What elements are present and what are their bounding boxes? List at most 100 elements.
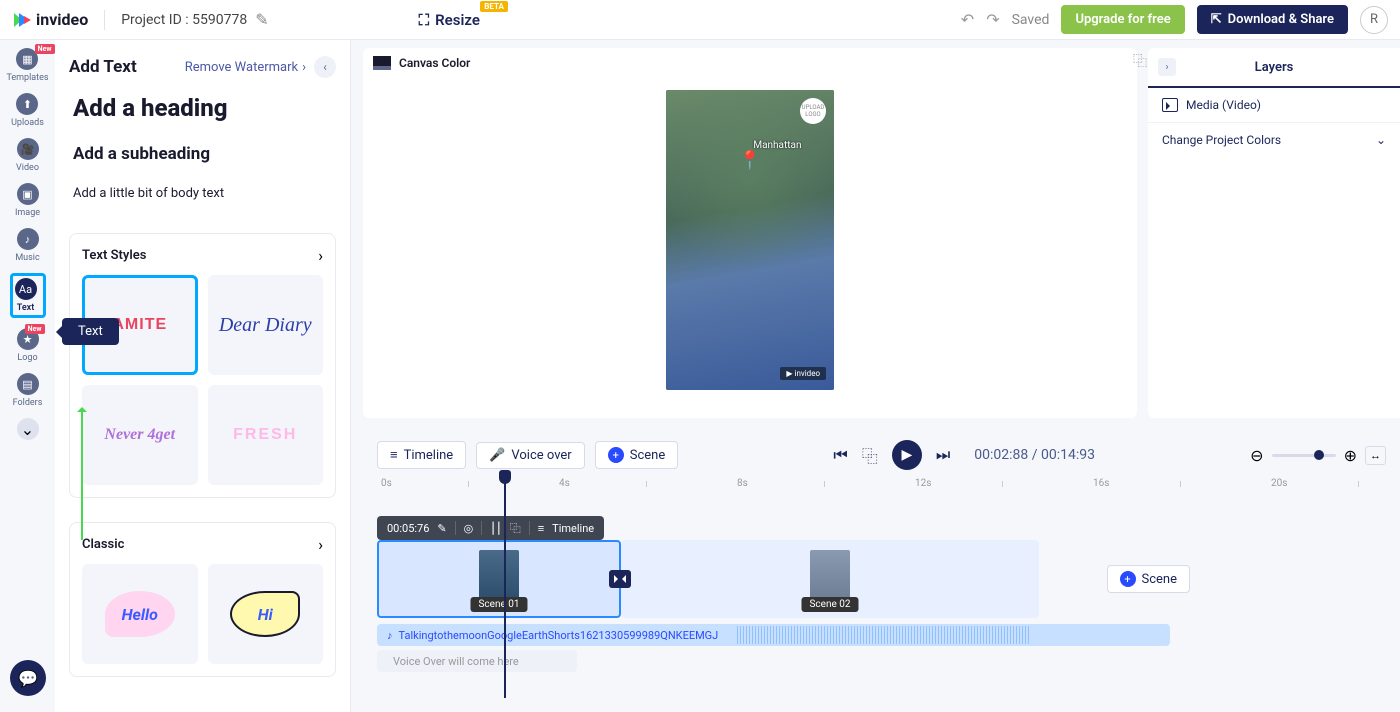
canvas-color-label[interactable]: Canvas Color <box>399 56 470 70</box>
section-title: Classic <box>82 537 124 552</box>
add-scene-track-button[interactable]: + Scene <box>1107 565 1191 593</box>
rail-music[interactable]: ♪ Music <box>15 228 39 263</box>
duplicate-icon[interactable]: ⿻ <box>510 520 521 536</box>
zoom-controls: ⊖ ⊕ ↔ <box>1250 446 1386 465</box>
project-id: Project ID : 5590778 <box>121 12 247 28</box>
scene-clip-2[interactable]: Scene 02 <box>621 540 1039 618</box>
voiceover-button[interactable]: 🎤Voice over <box>476 442 585 469</box>
add-heading-button[interactable]: Add a heading <box>73 94 332 122</box>
scene-clip-1[interactable]: Scene 01 <box>377 540 621 618</box>
chevron-right-icon[interactable]: › <box>318 246 323 265</box>
zoom-out-icon[interactable]: ⊖ <box>1250 446 1263 465</box>
tick-20s: 20s <box>1271 478 1287 489</box>
music-icon: ♪ <box>17 228 39 250</box>
playhead[interactable] <box>504 474 506 698</box>
current-time: 00:02:88 <box>974 447 1028 463</box>
tick-0s: 0s <box>381 478 392 489</box>
layer-media-video[interactable]: Media (Video) <box>1148 88 1400 123</box>
rail-templates[interactable]: New ▦ Templates <box>6 48 48 83</box>
edit-icon[interactable]: ✎ <box>437 522 446 535</box>
redo-icon[interactable]: ↷ <box>986 10 999 29</box>
rail-more-icon[interactable]: ⌄ <box>17 418 39 440</box>
undo-icon[interactable]: ↶ <box>961 10 974 29</box>
header-actions: ↶ ↷ Saved Upgrade for free ⇱ Download & … <box>961 5 1388 34</box>
guide-arrow <box>81 410 83 540</box>
style-never-4get[interactable]: Never 4get <box>82 385 198 485</box>
timeline-controls: ≡Timeline 🎤Voice over +Scene ⏮ ⿻ ▶ ⏭ 00:… <box>363 432 1400 478</box>
canvas-toolbar: Canvas Color <box>363 48 1137 78</box>
skip-forward-icon[interactable]: ⏭ <box>936 445 950 465</box>
export-icon: ⇱ <box>1211 12 1222 27</box>
text-options: Add a heading Add a subheading Add a lit… <box>55 86 350 209</box>
prev-frame-icon[interactable]: ⿻ <box>862 443 878 467</box>
resize-label: Resize <box>435 11 480 29</box>
brand-logo[interactable]: invideo <box>12 10 88 30</box>
layers-panel: › Layers Media (Video) Change Project Co… <box>1148 48 1400 418</box>
map-marker-icon: 📍 <box>739 150 761 171</box>
section-header: Text Styles › <box>82 246 323 265</box>
rail-uploads[interactable]: ⬆ Uploads <box>11 93 44 128</box>
add-subheading-button[interactable]: Add a subheading <box>73 144 332 164</box>
divider <box>455 521 456 535</box>
text-styles-grid: AMITE Dear Diary Never 4get FRESH <box>82 275 323 485</box>
user-avatar[interactable]: R <box>1360 6 1388 34</box>
time-display: 00:02:88 / 00:14:93 <box>974 447 1095 463</box>
fit-icon[interactable]: ↔ <box>1365 446 1386 465</box>
chat-support-icon[interactable]: 💬 <box>10 660 46 696</box>
collapse-layers-icon[interactable]: › <box>1158 58 1176 76</box>
upgrade-button[interactable]: Upgrade for free <box>1061 5 1184 34</box>
style-dear-diary[interactable]: Dear Diary <box>208 275 324 375</box>
scene-label-2: Scene 02 <box>801 597 858 612</box>
add-body-button[interactable]: Add a little bit of body text <box>73 186 332 201</box>
tick-mark <box>646 481 647 487</box>
classic-section: Classic › Hello Hi <box>69 522 336 677</box>
add-scene-label: Scene <box>1142 572 1178 587</box>
voiceover-track[interactable]: Voice Over will come here <box>377 650 577 672</box>
rail-logo[interactable]: New ★ Logo <box>17 328 39 363</box>
add-scene-button[interactable]: +Scene <box>595 441 679 469</box>
rail-image[interactable]: ▣ Image <box>15 183 40 218</box>
remove-watermark-link[interactable]: Remove Watermark › <box>185 60 306 75</box>
rail-folders[interactable]: ▤ Folders <box>13 373 43 408</box>
style-fresh[interactable]: FRESH <box>208 385 324 485</box>
style-hello[interactable]: Hello <box>82 564 198 664</box>
split-icon[interactable]: ⎮⎮ <box>490 522 501 535</box>
rail-text[interactable]: Aa Text <box>10 273 46 318</box>
image-icon: ▣ <box>17 183 39 205</box>
canvas-color-icon[interactable] <box>373 56 391 70</box>
zoom-slider[interactable] <box>1272 454 1336 457</box>
edit-icon[interactable]: ✎ <box>255 10 268 29</box>
tick-16s: 16s <box>1093 478 1109 489</box>
remove-watermark-label: Remove Watermark <box>185 60 298 75</box>
divider <box>529 521 530 535</box>
audio-track[interactable]: ♪ TalkingtothemoonGoogleEarthShorts16213… <box>377 624 1170 646</box>
chevron-right-icon[interactable]: › <box>318 535 323 554</box>
layer-label: Media (Video) <box>1186 98 1261 112</box>
canvas-preview[interactable]: Manhattan 📍 UPLOAD LOGO ▶ invideo <box>666 90 834 390</box>
scene-track: Scene 01 Scene 02 <box>377 540 1120 618</box>
timeline-ruler[interactable]: 0s 4s 8s 12s 16s 20s <box>363 478 1400 498</box>
tick-mark <box>824 481 825 487</box>
collapse-panel-icon[interactable]: ‹ <box>314 56 336 78</box>
transition-button[interactable] <box>609 570 631 588</box>
crop-icon[interactable]: ◎ <box>464 522 474 535</box>
clip-time: 00:05:76 <box>387 522 429 535</box>
logo-placeholder[interactable]: UPLOAD LOGO <box>800 98 826 124</box>
download-share-label: Download & Share <box>1228 12 1334 27</box>
timeline-button[interactable]: ≡Timeline <box>377 441 466 469</box>
media-video-icon <box>1162 98 1178 112</box>
download-share-button[interactable]: ⇱ Download & Share <box>1197 5 1348 34</box>
play-button[interactable]: ▶ <box>892 440 922 470</box>
resize-button[interactable]: ⛶ Resize BETA <box>419 11 480 29</box>
timeline-section: ≡Timeline 🎤Voice over +Scene ⏮ ⿻ ▶ ⏭ 00:… <box>363 432 1400 712</box>
rail-video[interactable]: 🎥 Video <box>16 138 39 173</box>
sliders-icon[interactable]: ≡ <box>538 522 544 535</box>
style-hi[interactable]: Hi <box>208 564 324 664</box>
scene-label-1: Scene 01 <box>470 597 527 612</box>
panel-header: Add Text Remove Watermark › ‹ <box>55 40 350 86</box>
skip-back-icon[interactable]: ⏮ <box>833 445 847 465</box>
clip-toolbar-label: Timeline <box>552 522 594 535</box>
resize-icon: ⛶ <box>419 11 430 29</box>
zoom-in-icon[interactable]: ⊕ <box>1344 446 1357 465</box>
change-project-colors[interactable]: Change Project Colors ⌄ <box>1148 123 1400 157</box>
